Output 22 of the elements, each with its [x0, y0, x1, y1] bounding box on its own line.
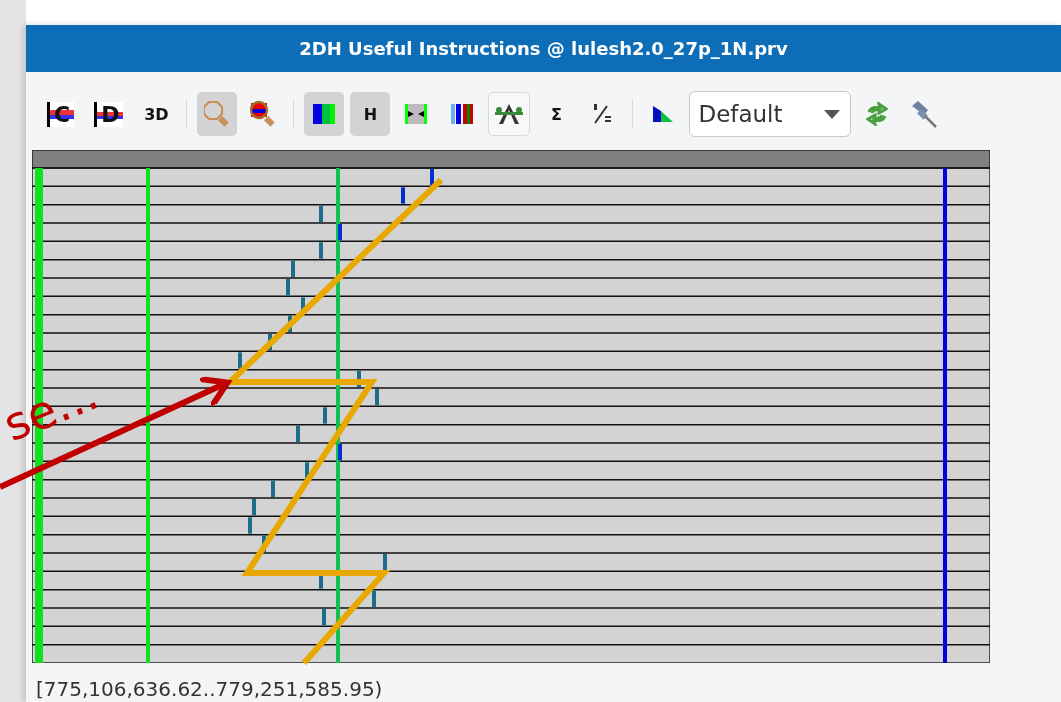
annotation-text: se... [0, 366, 106, 453]
toolbar-button[interactable]: C [40, 92, 82, 136]
window-title: 2DH Useful Instructions @ lulesh2.0_27p_1N.prv [26, 25, 1061, 72]
toolbar-button[interactable]: Σ [536, 92, 577, 136]
color-bars-icon [451, 104, 474, 124]
pin-icon [910, 100, 939, 128]
toolbar-button[interactable]: H [350, 92, 391, 136]
magnifier-icon [250, 100, 277, 128]
magnifier-icon [204, 100, 231, 128]
squeeze-icon [405, 104, 428, 124]
status-text: [775,106,636.62..779,251,585.95) [35, 676, 384, 701]
gradient-icon [653, 106, 674, 122]
toolbar-button[interactable] [304, 92, 345, 136]
preset-dropdown[interactable]: Default [689, 91, 852, 137]
color-bars-icon [313, 104, 336, 124]
tree-icon [495, 102, 524, 126]
fraction-icon [591, 103, 614, 125]
toolbar-button[interactable]: 3D [136, 92, 177, 136]
caret-icon [824, 109, 841, 119]
sync-icon [866, 102, 889, 126]
toolbar-button[interactable] [488, 92, 531, 136]
toolbar-button[interactable]: D [87, 92, 131, 136]
